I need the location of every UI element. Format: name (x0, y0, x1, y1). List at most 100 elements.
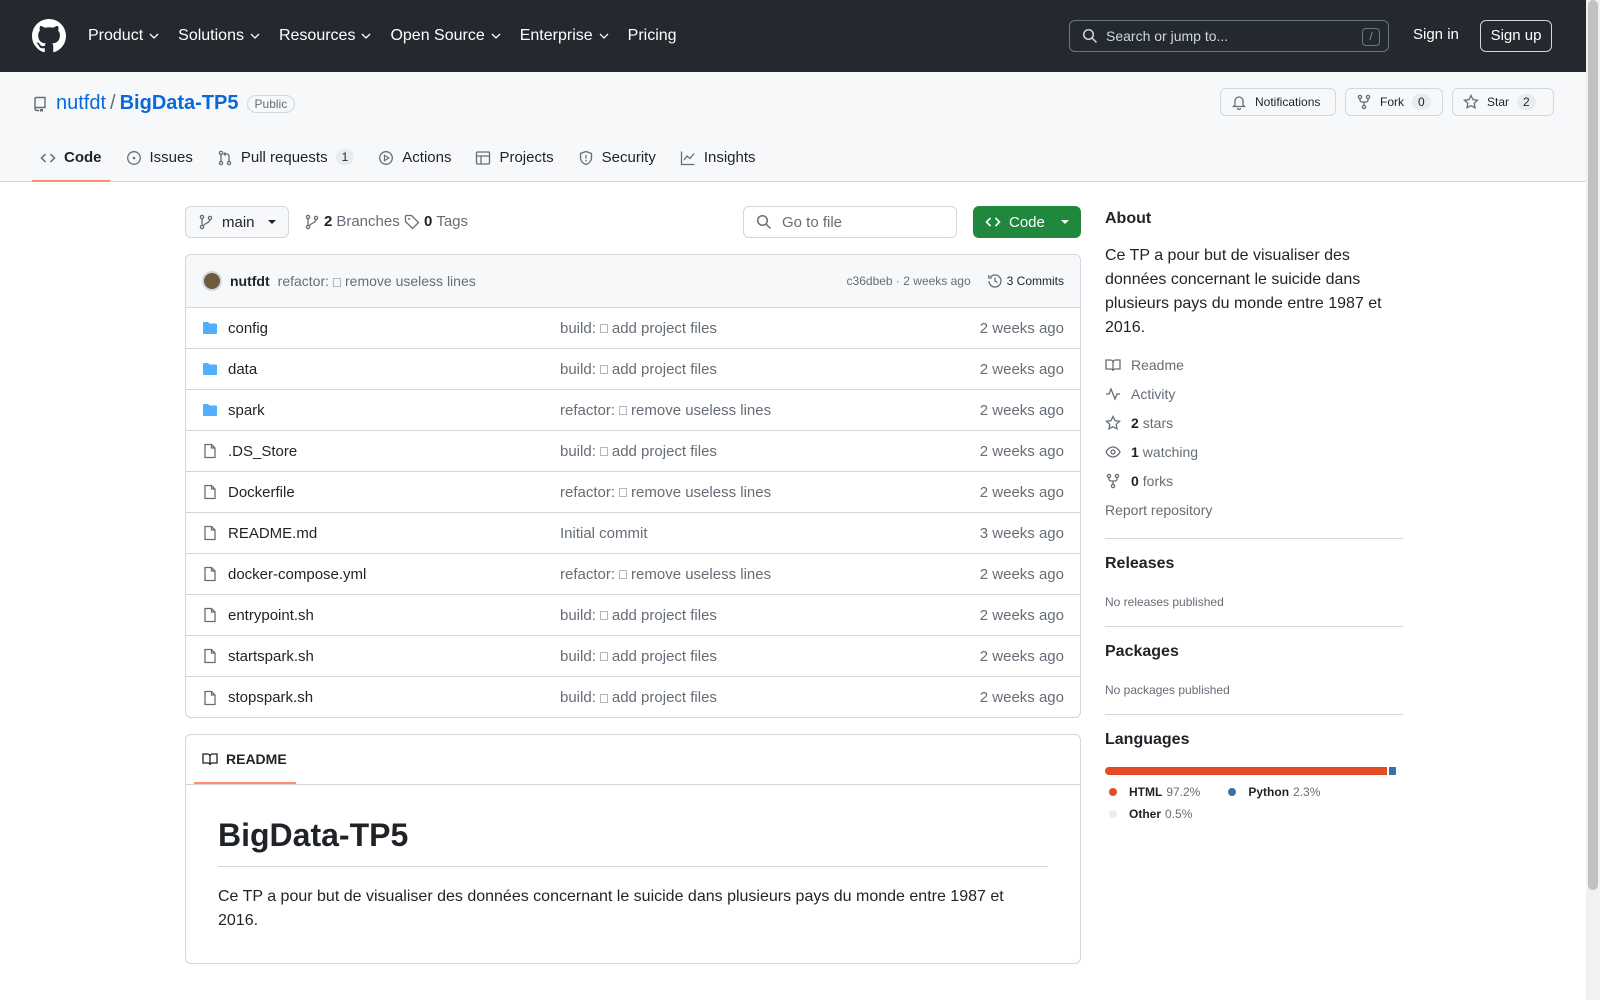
file-commit-message-link[interactable]: build: add project files (560, 443, 717, 460)
branch-icon (305, 214, 319, 229)
search-input[interactable]: Search or jump to... / (1069, 20, 1389, 52)
emoji-placeholder-icon (619, 488, 628, 498)
top-nav-item-enterprise[interactable]: Enterprise (520, 27, 610, 45)
fork-button[interactable]: Fork 0 (1345, 88, 1443, 116)
fork-icon (1357, 94, 1371, 110)
file-commit-message-link[interactable]: build: add project files (560, 361, 717, 378)
language-item[interactable]: Python 2.3% (1224, 785, 1320, 799)
repo-owner-link[interactable]: nutfdt (56, 92, 106, 115)
language-bar-segment[interactable] (1388, 767, 1396, 775)
file-name-link[interactable]: data (228, 361, 558, 378)
file-name-link[interactable]: startspark.sh (228, 648, 558, 665)
scrollbar-thumb[interactable] (1588, 0, 1598, 890)
notifications-button[interactable]: Notifications (1220, 88, 1336, 116)
top-nav-item-product[interactable]: Product (88, 27, 160, 45)
issue-icon (126, 151, 141, 165)
commits-history-link[interactable]: 3 Commits (987, 273, 1064, 289)
file-name-link[interactable]: stopspark.sh (228, 689, 558, 706)
file-row[interactable]: Dockerfile refactor: remove useless lines 2… (186, 472, 1080, 513)
branch-selector-button[interactable]: main (185, 206, 289, 238)
readme-tab[interactable]: README (194, 735, 296, 784)
report-repository-link[interactable]: Report repository (1105, 501, 1403, 518)
file-row[interactable]: docker-compose.yml refactor: remove useles… (186, 554, 1080, 595)
file-name-link[interactable]: Dockerfile (228, 484, 558, 501)
commit-prefix: build: (560, 360, 596, 378)
folder-icon (203, 363, 217, 375)
language-item[interactable]: Other 0.5% (1105, 807, 1192, 821)
file-row[interactable]: entrypoint.sh build: add project files 2 we… (186, 595, 1080, 636)
file-row[interactable]: data build: add project files 2 weeks ago (186, 349, 1080, 390)
file-name-link[interactable]: docker-compose.yml (228, 566, 558, 583)
packages-heading[interactable]: Packages (1105, 643, 1403, 661)
commit-time: 2 weeks ago (903, 274, 971, 288)
notifications-label: Notifications (1255, 95, 1321, 109)
tags-link[interactable]: 0 Tags (404, 213, 468, 230)
tab-projects[interactable]: Projects (467, 140, 561, 182)
language-item[interactable]: HTML 97.2% (1105, 785, 1200, 799)
file-commit-message-link[interactable]: build: add project files (560, 607, 717, 624)
code-button[interactable]: Code (973, 206, 1081, 238)
file-commit-message-link[interactable]: refactor: remove useless lines (560, 402, 771, 419)
file-row[interactable]: stopspark.sh build: add project files 2 wee… (186, 677, 1080, 717)
tab-issues[interactable]: Issues (118, 140, 201, 182)
watching-link[interactable]: 1 watching (1105, 443, 1403, 460)
language-bar-segment[interactable] (1105, 767, 1387, 775)
star-button[interactable]: Star 2 (1452, 88, 1554, 116)
forks-link[interactable]: 0 forks (1105, 472, 1403, 489)
activity-link[interactable]: Activity (1105, 385, 1403, 402)
top-nav-item-solutions[interactable]: Solutions (178, 27, 261, 45)
tab-code[interactable]: Code (32, 140, 110, 182)
file-row[interactable]: startspark.sh build: add project files 2 we… (186, 636, 1080, 677)
repo-slash: / (110, 92, 116, 114)
commit-author[interactable]: nutfdt (230, 273, 270, 289)
tab-actions[interactable]: Actions (370, 140, 459, 182)
tab-insights[interactable]: Insights (672, 140, 764, 182)
commit-message-prefix: refactor: (277, 273, 330, 289)
commit-hash-time[interactable]: c36dbeb · 2 weeks ago (847, 274, 971, 288)
file-icon (204, 566, 216, 582)
commit-prefix: refactor: (560, 483, 616, 501)
commit-message[interactable]: refactor: remove useless lines (278, 273, 476, 289)
report-repository-label: Report repository (1105, 501, 1213, 518)
file-row[interactable]: README.md Initial commit 3 weeks ago (186, 513, 1080, 554)
file-row[interactable]: .DS_Store build: add project files 2 weeks … (186, 431, 1080, 472)
file-commit-message-link[interactable]: build: add project files (560, 648, 717, 665)
languages-bar (1105, 767, 1399, 775)
readme-link[interactable]: Readme (1105, 356, 1403, 373)
go-to-file-input[interactable]: Go to file (743, 206, 957, 238)
language-bar-segment[interactable] (1397, 767, 1399, 775)
github-logo-icon[interactable] (32, 19, 66, 53)
file-name-link[interactable]: .DS_Store (228, 443, 558, 460)
top-nav-item-resources[interactable]: Resources (279, 27, 372, 45)
sign-up-button[interactable]: Sign up (1480, 20, 1552, 52)
tab-security[interactable]: Security (570, 140, 664, 182)
tab-pull-requests[interactable]: Pull requests 1 (209, 140, 362, 182)
top-nav-item-pricing[interactable]: Pricing (628, 27, 677, 45)
releases-heading[interactable]: Releases (1105, 555, 1403, 573)
language-dot-icon (1228, 788, 1237, 796)
file-name-link[interactable]: config (228, 320, 558, 337)
repo-name-link[interactable]: BigData-TP5 (120, 92, 239, 115)
file-commit-time: 2 weeks ago (979, 442, 1064, 460)
search-shortcut-key: / (1362, 28, 1380, 46)
file-name-link[interactable]: spark (228, 402, 558, 419)
file-name-link[interactable]: entrypoint.sh (228, 607, 558, 624)
sign-in-link[interactable]: Sign in (1413, 26, 1459, 43)
page-scrollbar[interactable] (1586, 0, 1600, 1000)
tab-label: Issues (149, 149, 193, 166)
file-commit-message-link[interactable]: refactor: remove useless lines (560, 566, 771, 583)
emoji-placeholder-icon (599, 611, 608, 621)
file-commit-message-link[interactable]: Initial commit (560, 525, 648, 542)
avatar[interactable] (202, 271, 222, 291)
file-commit-message-link[interactable]: refactor: remove useless lines (560, 484, 771, 501)
file-row[interactable]: spark refactor: remove useless lines 2 week… (186, 390, 1080, 431)
emoji-placeholder-icon (599, 693, 608, 703)
top-nav-item-open-source[interactable]: Open Source (390, 27, 501, 45)
file-name-link[interactable]: README.md (228, 525, 558, 542)
file-commit-message-link[interactable]: build: add project files (560, 320, 717, 337)
branches-link[interactable]: 2 Branches (304, 213, 400, 230)
sidebar-divider (1105, 626, 1403, 627)
file-commit-message-link[interactable]: build: add project files (560, 689, 717, 706)
file-row[interactable]: config build: add project files 2 weeks ago (186, 308, 1080, 349)
stars-link[interactable]: 2 stars (1105, 414, 1403, 431)
